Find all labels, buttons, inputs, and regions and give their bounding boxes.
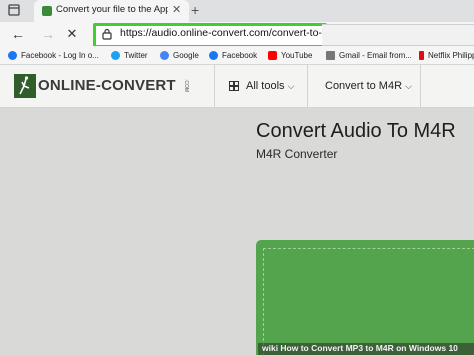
- stop-loading-icon[interactable]: ✕: [62, 22, 82, 46]
- bookmark-label: Google: [173, 50, 199, 60]
- url-text[interactable]: https://audio.online-convert.com/convert…: [120, 27, 340, 39]
- tab-actions-icon[interactable]: [8, 4, 20, 16]
- tab-close-icon[interactable]: ✕: [172, 3, 181, 16]
- bookmark-label: Gmail - Email from...: [339, 50, 412, 60]
- bookmark-label: Facebook: [222, 50, 258, 60]
- logo-suffix: .COM: [183, 79, 189, 93]
- chevron-down-icon: ⌵: [287, 81, 295, 91]
- bookmark-label: Facebook - Log In o...: [21, 50, 99, 60]
- header-divider: [307, 65, 308, 107]
- netflix-icon: [419, 50, 424, 60]
- google-icon: [160, 50, 169, 60]
- header-divider: [214, 65, 215, 107]
- bookmark-label: Twitter: [124, 50, 148, 60]
- bookmark-google[interactable]: Google: [160, 48, 199, 62]
- bookmark-netflix[interactable]: Netflix Philipp: [419, 48, 474, 62]
- back-arrow-icon[interactable]: ←: [8, 22, 28, 46]
- facebook-icon: [209, 50, 218, 60]
- mail-icon: [326, 50, 335, 60]
- drop-zone-border[interactable]: [263, 248, 474, 356]
- bookmark-facebook[interactable]: Facebook: [209, 48, 257, 62]
- page-subtitle: M4R Converter: [256, 147, 338, 161]
- grid-icon[interactable]: [229, 81, 239, 91]
- all-tools-menu[interactable]: All tools ⌵: [246, 80, 294, 92]
- bookmark-twitter[interactable]: Twitter: [111, 48, 148, 62]
- chevron-down-icon: ⌵: [405, 81, 412, 91]
- bookmark-youtube[interactable]: YouTube: [268, 48, 312, 62]
- bookmark-label: YouTube: [281, 50, 313, 60]
- tab-favicon-icon: [42, 6, 52, 16]
- tab-title: Convert your file to the Apple rin: [56, 4, 168, 15]
- page-title: Convert Audio To M4R: [256, 120, 456, 142]
- bookmark-label: Netflix Philipp: [428, 50, 474, 60]
- bookmark-gmail[interactable]: Gmail - Email from...: [326, 48, 412, 62]
- lock-icon[interactable]: [101, 28, 113, 40]
- convert-to-menu[interactable]: Convert to M4R ⌵: [325, 80, 412, 92]
- header-divider: [420, 65, 421, 107]
- address-bar-extension[interactable]: [322, 24, 474, 46]
- watermark: wiki How to Convert MP3 to M4R on Window…: [262, 343, 458, 353]
- youtube-icon: [268, 50, 277, 60]
- convert-to-label: Convert to M4R: [325, 80, 403, 92]
- twitter-icon: [111, 50, 120, 60]
- forward-arrow-icon[interactable]: →: [38, 22, 58, 46]
- logo-mark-icon[interactable]: [14, 74, 36, 98]
- site-logo[interactable]: ONLINE-CONVERT: [38, 77, 176, 94]
- all-tools-label: All tools: [246, 80, 285, 92]
- facebook-icon: [8, 50, 17, 60]
- new-tab-icon[interactable]: +: [191, 2, 199, 18]
- bookmark-facebook-login[interactable]: Facebook - Log In o...: [8, 48, 99, 62]
